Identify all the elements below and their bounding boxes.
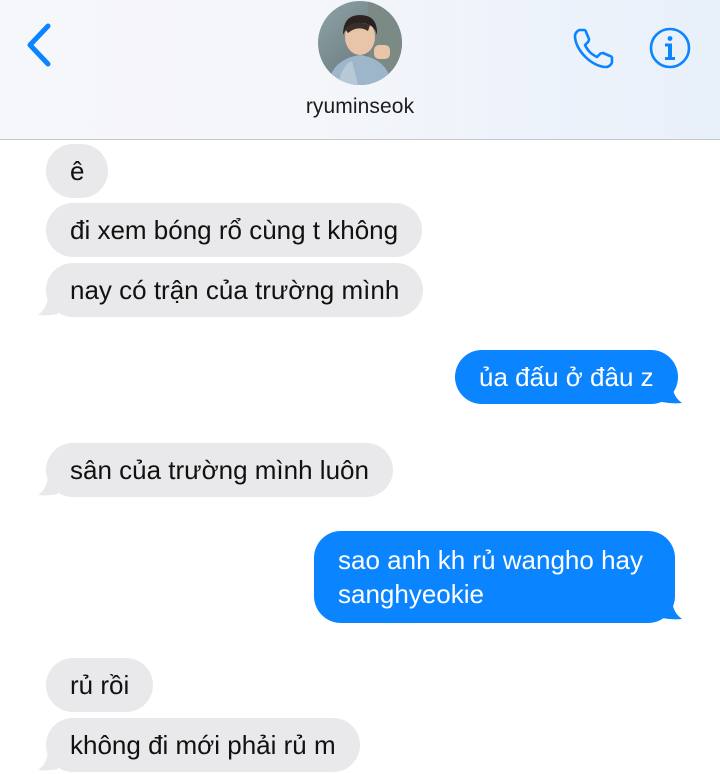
avatar-photo	[318, 1, 402, 85]
message-bubble-incoming[interactable]: sân của trường mình luôn	[46, 443, 393, 497]
chat-screen: ryuminseok ê đi xem bóng rổ cùng t không…	[0, 0, 720, 774]
message-bubble-incoming[interactable]: không đi mới phải rủ m	[46, 718, 360, 772]
contact-name[interactable]: ryuminseok	[0, 95, 720, 119]
message-bubble-incoming[interactable]: rủ rồi	[46, 658, 154, 712]
chevron-left-icon[interactable]	[22, 22, 58, 68]
bubble-tail-outgoing	[662, 382, 682, 404]
message-bubble-incoming[interactable]: ê	[46, 144, 109, 198]
bubble-tail-incoming	[38, 474, 58, 496]
info-icon[interactable]	[648, 26, 692, 70]
message-bubble-incoming[interactable]: đi xem bóng rổ cùng t không	[46, 203, 423, 257]
conversation-header: ryuminseok	[0, 0, 720, 140]
bubble-tail-outgoing	[662, 598, 682, 620]
bubble-tail-incoming	[38, 749, 58, 771]
message-bubble-incoming[interactable]: nay có trận của trường mình	[46, 263, 424, 317]
phone-icon[interactable]	[570, 24, 618, 72]
message-bubble-outgoing[interactable]: sao anh kh rủ wangho hay sanghyeokie	[314, 531, 675, 623]
bubble-tail-incoming	[38, 294, 58, 316]
message-bubble-outgoing[interactable]: ủa đấu ở đâu z	[455, 350, 678, 404]
avatar[interactable]	[318, 1, 402, 85]
